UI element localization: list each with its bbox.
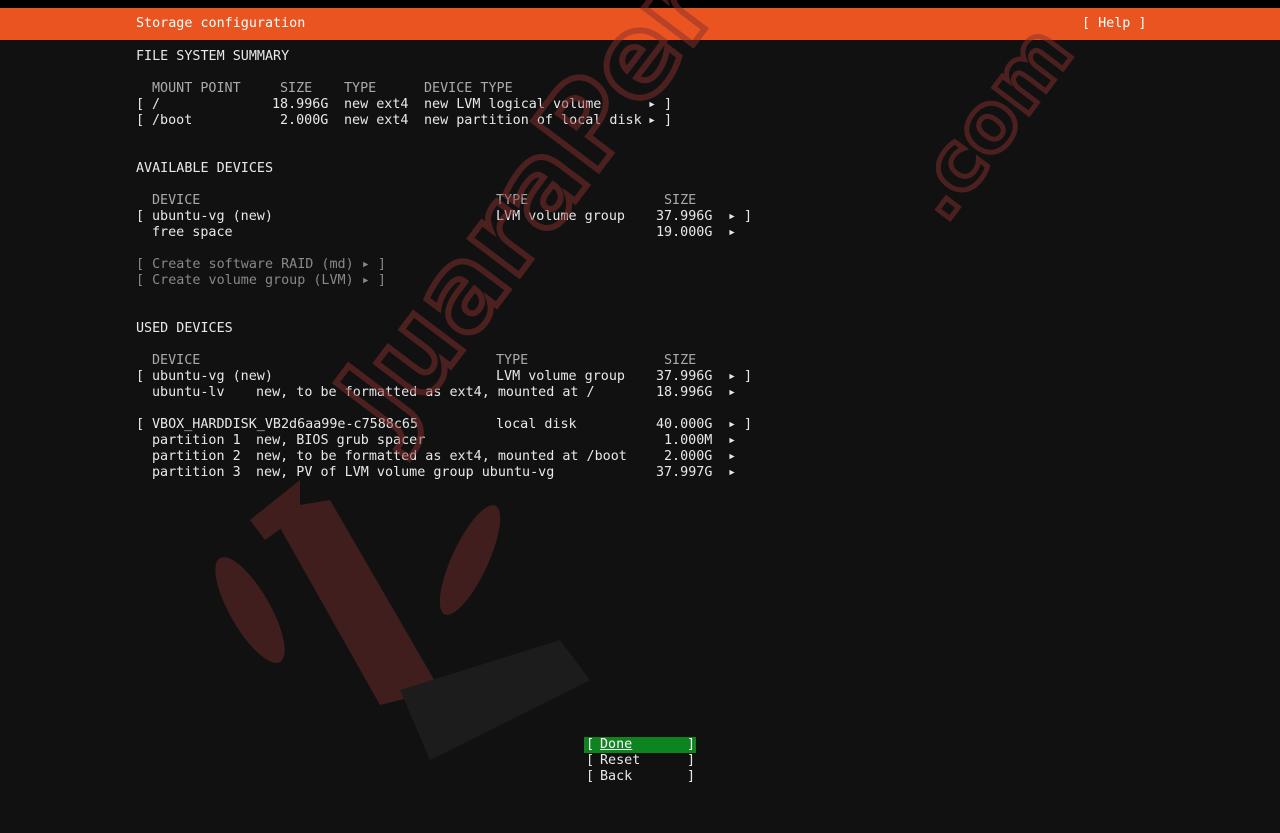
col-size: SIZE: [664, 353, 697, 368]
used-row-vbox-disk[interactable]: [ VBOX_HARDDISK_VB2d6aa99e-c7588c65 loca…: [0, 417, 752, 433]
used-row-partition-2[interactable]: partition 2 new, to be formatted as ext4…: [0, 449, 736, 465]
menu-arrow-icon[interactable]: ▸: [728, 209, 736, 225]
available-row-ubuntu-vg[interactable]: [ ubuntu-vg (new) LVM volume group 37.99…: [0, 209, 752, 225]
back-button[interactable]: [ Back ]: [584, 769, 696, 785]
mount-point: /boot: [152, 113, 193, 128]
reset-button[interactable]: [ Reset ]: [584, 753, 696, 769]
top-band: [0, 0, 1280, 8]
device-name: free space: [152, 225, 233, 240]
size: 19.000G: [656, 225, 713, 240]
size: 37.997G: [656, 465, 713, 480]
size: 2.000G: [280, 113, 329, 128]
create-raid-button[interactable]: [ Create software RAID (md) ▸ ]: [0, 257, 386, 273]
device-name: ubuntu-lv: [152, 385, 225, 400]
create-lvm-button[interactable]: [ Create volume group (LVM) ▸ ]: [0, 273, 386, 289]
fs-row-root[interactable]: [ / 18.996G new ext4 new LVM logical vol…: [0, 97, 672, 113]
device-type: LVM volume group: [496, 369, 625, 384]
size: 40.000G: [656, 417, 713, 432]
size: 37.996G: [656, 209, 713, 224]
device-description: new, BIOS grub spacer: [256, 433, 426, 448]
device-name: partition 3: [152, 465, 241, 480]
used-row-partition-1[interactable]: partition 1 new, BIOS grub spacer 1.000M…: [0, 433, 736, 449]
size: 2.000G: [664, 449, 713, 464]
device-name: partition 2: [152, 449, 241, 464]
menu-arrow-icon[interactable]: ▸: [728, 417, 736, 433]
col-type: TYPE: [344, 81, 377, 96]
fs-type: new ext4: [344, 113, 409, 128]
col-size: SIZE: [664, 193, 697, 208]
page-title: Storage configuration: [136, 16, 306, 31]
device-name: partition 1: [152, 433, 241, 448]
used-header-row: DEVICE TYPE SIZE: [0, 353, 696, 369]
device-description: new, to be formatted as ext4, mounted at…: [256, 449, 627, 464]
device-type: new partition of local disk: [424, 113, 642, 128]
size: 37.996G: [656, 369, 713, 384]
menu-arrow-icon[interactable]: ▸: [728, 385, 736, 401]
col-size: SIZE: [280, 81, 313, 96]
device-type: local disk: [496, 417, 577, 432]
menu-arrow-icon[interactable]: ▸: [648, 97, 656, 113]
device-name: ubuntu-vg (new): [152, 369, 273, 384]
available-header-row: DEVICE TYPE SIZE: [0, 193, 696, 209]
col-device: DEVICE: [152, 353, 201, 368]
done-button[interactable]: [ Done ]: [584, 737, 696, 753]
menu-arrow-icon[interactable]: ▸: [728, 449, 736, 465]
col-type: TYPE: [496, 193, 529, 208]
size: 18.996G: [656, 385, 713, 400]
device-name: ubuntu-vg (new): [152, 209, 273, 224]
menu-arrow-icon[interactable]: ▸: [728, 433, 736, 449]
device-type: new LVM logical volume: [424, 97, 602, 112]
device-type: LVM volume group: [496, 209, 625, 224]
device-name: VBOX_HARDDISK_VB2d6aa99e-c7588c65: [152, 417, 419, 432]
fs-row-boot[interactable]: [ /boot 2.000G new ext4 new partition of…: [0, 113, 672, 129]
menu-arrow-icon[interactable]: ▸: [728, 369, 736, 385]
device-description: new, PV of LVM volume group ubuntu-vg: [256, 465, 555, 480]
help-button[interactable]: [ Help ]: [1082, 16, 1147, 31]
menu-arrow-icon[interactable]: ▸: [728, 225, 736, 241]
menu-arrow-icon[interactable]: ▸: [648, 113, 656, 129]
col-type: TYPE: [496, 353, 529, 368]
used-row-ubuntu-lv[interactable]: ubuntu-lv new, to be formatted as ext4, …: [0, 385, 736, 401]
watermark-suffix: .com: [886, 8, 1090, 237]
size: 18.996G: [272, 97, 329, 112]
mount-point: /: [152, 97, 161, 112]
available-row-free-space[interactable]: free space 19.000G ▸: [0, 225, 736, 241]
col-device: DEVICE: [152, 193, 201, 208]
size: 1.000M: [664, 433, 713, 448]
device-description: new, to be formatted as ext4, mounted at…: [256, 385, 595, 400]
col-mount-point: MOUNT POINT: [152, 81, 241, 96]
title-bar: Storage configuration [ Help ]: [0, 8, 1280, 40]
fs-type: new ext4: [344, 97, 409, 112]
fs-summary-header-row: MOUNT POINT SIZE TYPE DEVICE TYPE: [0, 81, 513, 97]
col-device-type: DEVICE TYPE: [424, 81, 513, 96]
used-row-partition-3[interactable]: partition 3 new, PV of LVM volume group …: [0, 465, 736, 481]
menu-arrow-icon[interactable]: ▸: [728, 465, 736, 481]
fs-summary-heading: FILE SYSTEM SUMMARY: [136, 49, 290, 64]
used-devices-heading: USED DEVICES: [136, 321, 233, 336]
available-devices-heading: AVAILABLE DEVICES: [136, 161, 274, 176]
used-row-ubuntu-vg[interactable]: [ ubuntu-vg (new) LVM volume group 37.99…: [0, 369, 752, 385]
